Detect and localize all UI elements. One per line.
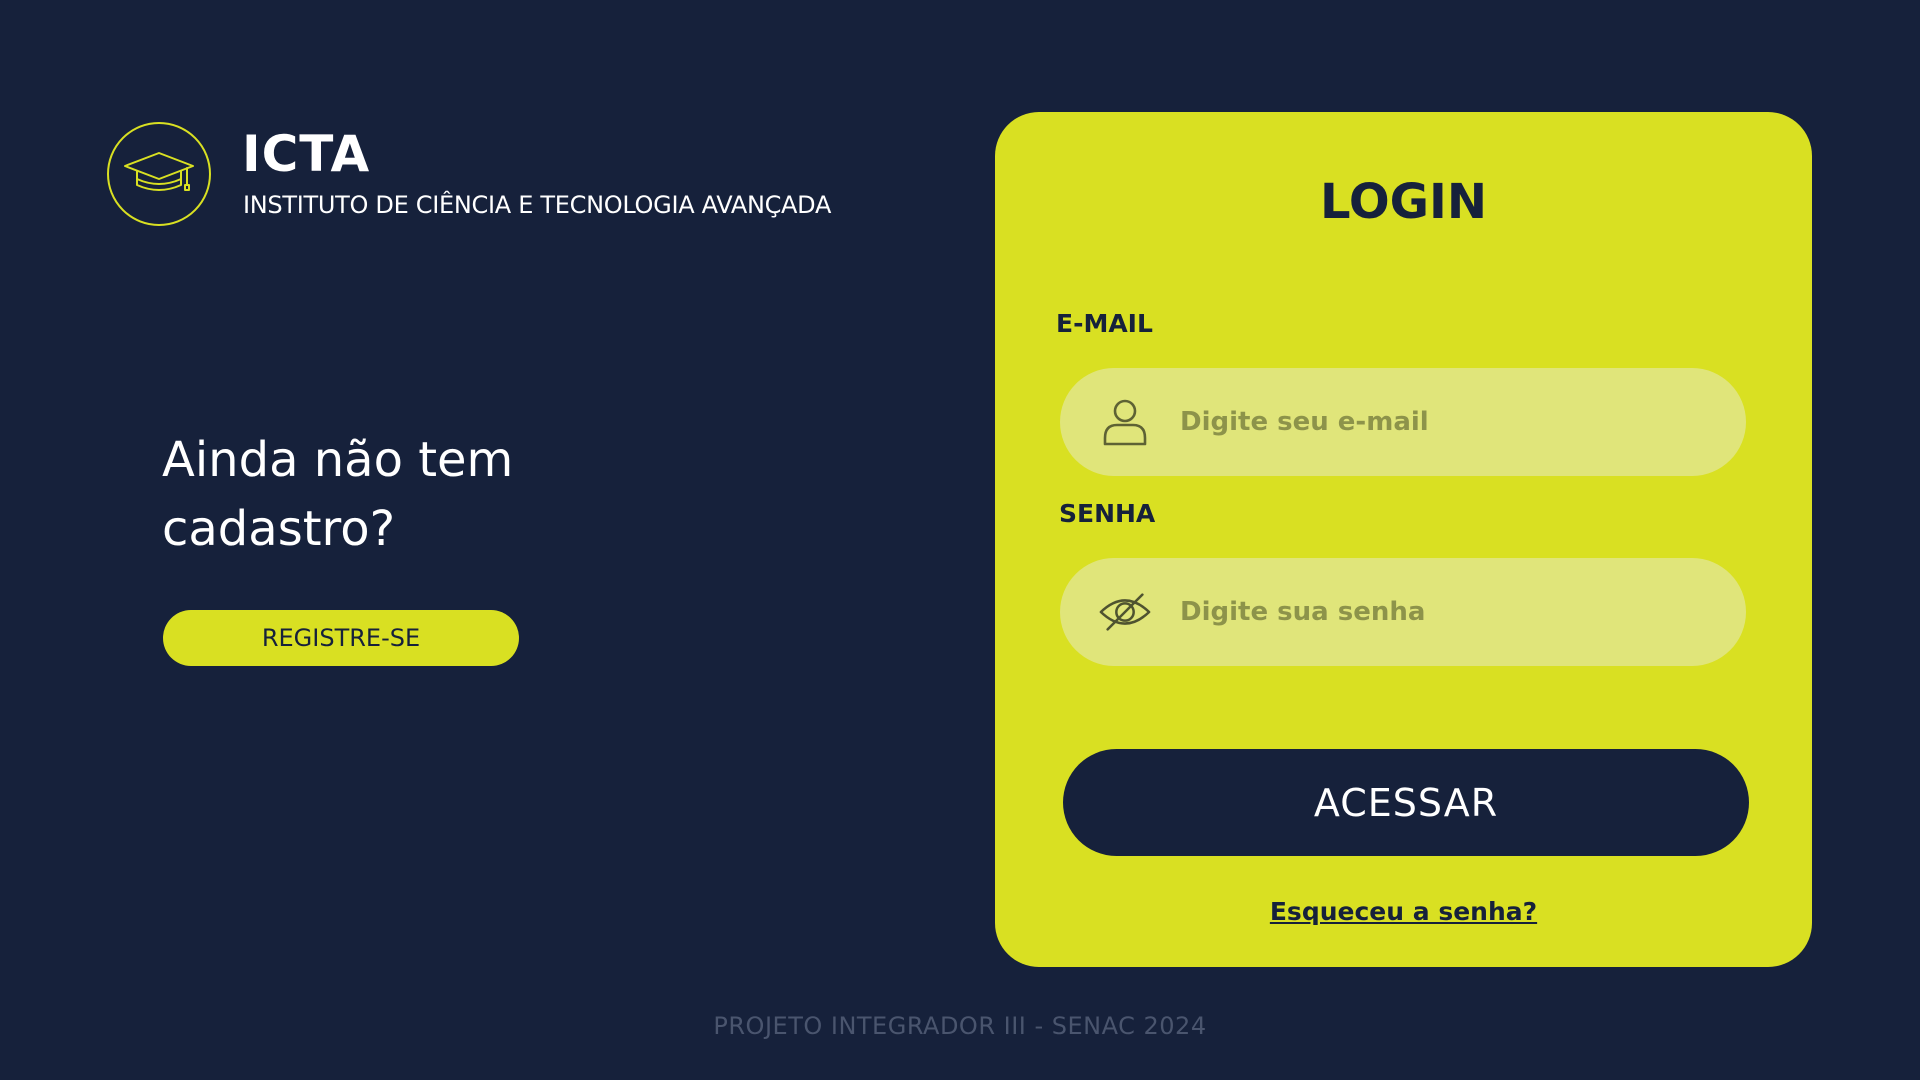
password-input[interactable] — [1180, 558, 1720, 666]
access-button[interactable]: ACESSAR — [1063, 749, 1749, 856]
user-icon — [1098, 395, 1152, 449]
email-input[interactable] — [1180, 368, 1720, 476]
email-field[interactable] — [1060, 368, 1746, 476]
footer-text: PROJETO INTEGRADOR III - SENAC 2024 — [713, 1012, 1207, 1040]
eye-slash-icon[interactable] — [1098, 585, 1152, 639]
brand-name: ICTA — [242, 125, 371, 183]
brand-subtitle: INSTITUTO DE CIÊNCIA E TECNOLOGIA AVANÇA… — [243, 191, 832, 219]
login-card: LOGIN E-MAIL SENHA — [995, 112, 1812, 967]
login-title: LOGIN — [1319, 174, 1488, 230]
password-field[interactable] — [1060, 558, 1746, 666]
signup-question: Ainda não tem cadastro? — [162, 432, 514, 557]
graduation-cap-icon — [124, 152, 194, 191]
logo — [107, 122, 211, 226]
forgot-password-link[interactable]: Esqueceu a senha? — [995, 897, 1812, 927]
email-label: E-MAIL — [1056, 309, 1153, 338]
password-label: SENHA — [1059, 499, 1156, 528]
register-button[interactable]: REGISTRE-SE — [163, 610, 519, 666]
login-page: ICTA INSTITUTO DE CIÊNCIA E TECNOLOGIA A… — [0, 0, 1920, 1080]
